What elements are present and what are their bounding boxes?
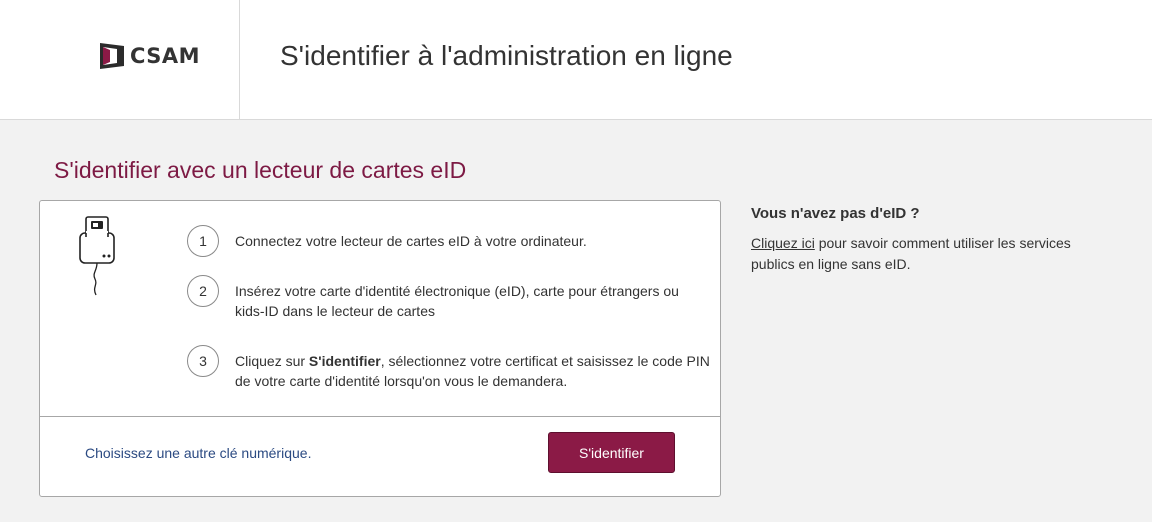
step-text: Cliquez sur S'identifier, sélectionnez v… [235, 345, 710, 391]
step-number: 2 [187, 275, 219, 307]
no-eid-text: Cliquez ici pour savoir comment utiliser… [751, 233, 1091, 275]
step-text-part: Cliquez sur [235, 353, 309, 369]
step-3: 3 Cliquez sur S'identifier, sélectionnez… [187, 345, 710, 391]
section-title: S'identifier avec un lecteur de cartes e… [54, 157, 467, 183]
logo-text: CSAM [130, 44, 201, 68]
step-number: 3 [187, 345, 219, 377]
no-eid-title: Vous n'avez pas d'eID ? [751, 205, 920, 222]
step-1: 1 Connectez votre lecteur de cartes eID … [187, 225, 710, 257]
csam-door-icon [100, 43, 124, 69]
step-number: 1 [187, 225, 219, 257]
login-button[interactable]: S'identifier [548, 432, 675, 473]
click-here-link[interactable]: Cliquez ici [751, 235, 815, 251]
header: CSAM S'identifier à l'administration en … [0, 0, 1152, 120]
page-title: S'identifier à l'administration en ligne [280, 40, 733, 71]
other-digital-key-link[interactable]: Choisissez une autre clé numérique. [85, 445, 311, 461]
csam-logo[interactable]: CSAM [99, 42, 200, 70]
eid-login-card: 1 Connectez votre lecteur de cartes eID … [39, 200, 721, 497]
card-reader-icon [79, 216, 115, 296]
step-text-bold: S'identifier [308, 353, 381, 369]
logo-cell: CSAM [0, 0, 240, 119]
step-text: Insérez votre carte d'identité électroni… [235, 283, 679, 319]
step-text: Connectez votre lecteur de cartes eID à … [235, 233, 587, 249]
step-2: 2 Insérez votre carte d'identité électro… [187, 275, 710, 321]
card-divider [40, 416, 720, 417]
